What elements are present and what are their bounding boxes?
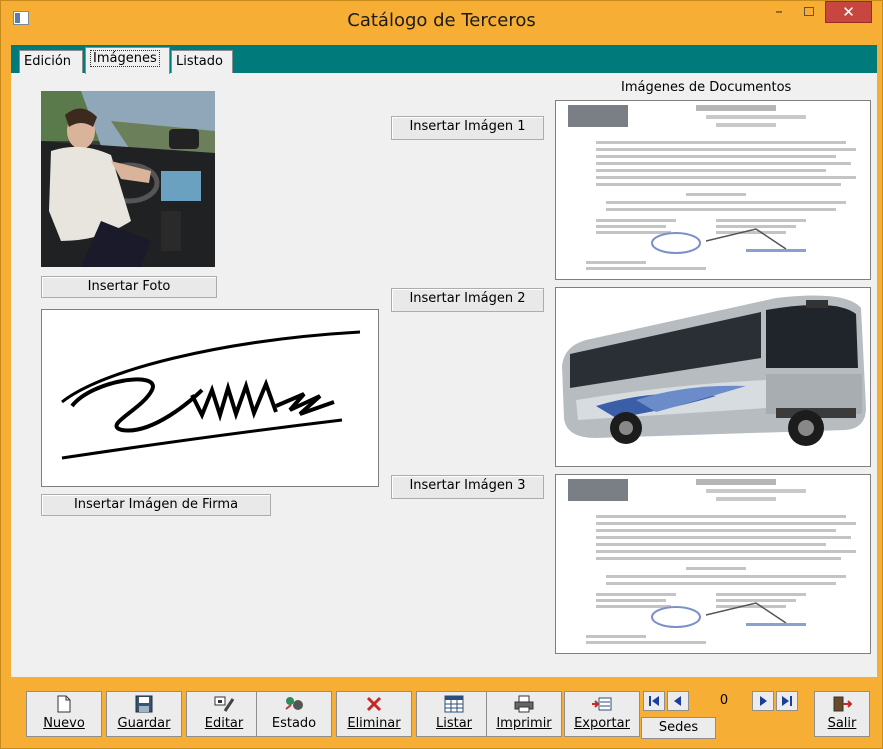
main-window: Catálogo de Terceros – ✕ Edición Imágene…: [0, 0, 883, 749]
save-button[interactable]: Guardar: [106, 691, 182, 737]
export-button[interactable]: Exportar: [564, 691, 640, 737]
maximize-icon: [804, 7, 814, 16]
maximize-button[interactable]: [795, 1, 823, 23]
print-icon: [487, 692, 561, 716]
first-record-icon: [649, 696, 659, 706]
edit-icon: [187, 692, 261, 716]
list-label: Listar: [435, 716, 473, 731]
new-document-icon: [27, 692, 101, 716]
minimize-button[interactable]: –: [765, 1, 793, 23]
last-record-icon: [782, 696, 792, 706]
sedes-button[interactable]: Sedes: [641, 717, 716, 739]
exit-button[interactable]: Salir: [814, 691, 870, 737]
delete-button[interactable]: Eliminar: [336, 691, 412, 737]
list-button[interactable]: Listar: [416, 691, 492, 737]
tab-imagenes-label: Imágenes: [90, 50, 160, 67]
export-label: Exportar: [574, 716, 630, 731]
previous-record-button[interactable]: [667, 691, 689, 711]
previous-record-icon: [674, 696, 681, 706]
new-button[interactable]: Nuevo: [26, 691, 102, 737]
signature-image: [41, 309, 379, 487]
record-counter: 0: [719, 693, 729, 708]
new-label: Nuevo: [43, 716, 85, 731]
documents-title: Imágenes de Documentos: [621, 80, 792, 95]
scanned-document-3: [556, 475, 870, 653]
save-label: Guardar: [117, 716, 171, 731]
status-button[interactable]: Estado: [256, 691, 332, 737]
images-panel: Insertar Foto Insertar Imágen de Firma I…: [11, 73, 877, 677]
insert-photo-button[interactable]: Insertar Foto: [41, 276, 217, 298]
exit-icon: [815, 692, 869, 716]
signature-drawing: [61, 330, 361, 460]
document-image-1: [555, 100, 871, 280]
print-label: Imprimir: [496, 716, 552, 731]
document-image-2: [555, 287, 871, 467]
status-label: Estado: [271, 716, 317, 731]
save-icon: [107, 692, 181, 716]
insert-image-1-button[interactable]: Insertar Imágen 1: [391, 116, 544, 140]
next-record-icon: [760, 696, 767, 706]
document-image-3: [555, 474, 871, 654]
bus-photo: [556, 288, 870, 466]
delete-label: Eliminar: [347, 716, 401, 731]
insert-image-2-button[interactable]: Insertar Imágen 2: [391, 288, 544, 312]
close-button[interactable]: ✕: [825, 1, 872, 23]
first-record-button[interactable]: [643, 691, 665, 711]
insert-image-3-button[interactable]: Insertar Imágen 3: [391, 475, 544, 499]
edit-button[interactable]: Editar: [186, 691, 262, 737]
edit-label: Editar: [204, 716, 244, 731]
tab-listado[interactable]: Listado: [171, 50, 233, 74]
list-icon: [417, 692, 491, 716]
tab-edicion[interactable]: Edición: [19, 50, 83, 74]
title-bar[interactable]: Catálogo de Terceros – ✕: [1, 1, 882, 45]
car-interior-photo: [41, 91, 215, 267]
print-button[interactable]: Imprimir: [486, 691, 562, 737]
last-record-button[interactable]: [776, 691, 798, 711]
window-title: Catálogo de Terceros: [347, 10, 536, 31]
export-icon: [565, 692, 639, 716]
scanned-document-1: [556, 101, 870, 279]
tab-imagenes[interactable]: Imágenes: [85, 47, 170, 74]
person-photo: [41, 91, 215, 267]
status-icon: [257, 692, 331, 716]
insert-signature-button[interactable]: Insertar Imágen de Firma: [41, 494, 271, 516]
exit-label: Salir: [827, 716, 857, 731]
next-record-button[interactable]: [752, 691, 774, 711]
delete-icon: [337, 692, 411, 716]
